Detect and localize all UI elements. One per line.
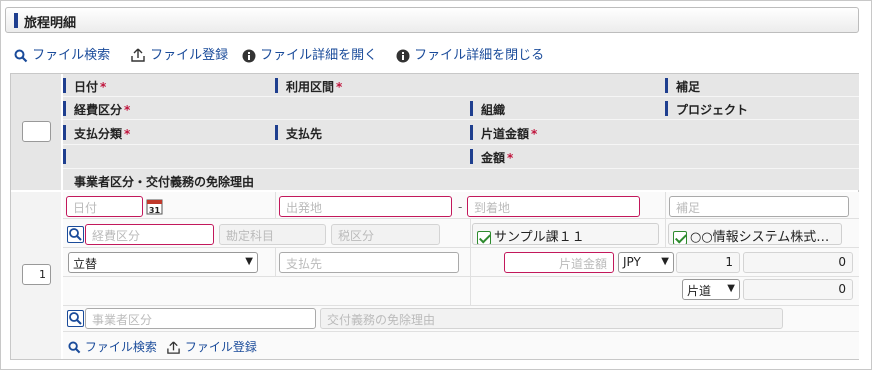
file-search-button[interactable]: ファイル検索 xyxy=(14,44,110,63)
file-register-label: ファイル登録 xyxy=(150,48,229,63)
route-separator: - xyxy=(458,200,463,214)
account-input: 勘定科目 xyxy=(219,224,326,245)
header-payment-type: 支払分類 * xyxy=(74,127,131,141)
expense-type-search-button[interactable] xyxy=(67,226,84,243)
header-org: 組織 xyxy=(481,103,506,117)
header-amount: 金額 * xyxy=(481,151,514,165)
search-icon xyxy=(69,228,82,241)
section-title: 旅程明細 xyxy=(24,16,77,31)
file-search-label: ファイル検索 xyxy=(32,48,111,63)
payment-type-value: 立替 xyxy=(73,257,98,271)
date-input[interactable]: 日付 xyxy=(66,196,143,217)
calendar-day: 31 xyxy=(149,206,161,215)
upload-icon xyxy=(167,340,180,354)
section-accent-bar xyxy=(14,13,18,28)
calendar-icon[interactable]: 31 xyxy=(146,198,163,215)
payee-input[interactable]: 支払先 xyxy=(279,252,459,273)
tax-type-input: 税区分 xyxy=(331,224,440,245)
currency-select[interactable]: JPY ▼ xyxy=(618,252,674,273)
payment-type-select[interactable]: 立替 ▼ xyxy=(68,252,258,273)
one-way-total-field: 0 xyxy=(743,252,853,273)
header-note: 補足 xyxy=(676,80,701,94)
trip-type-value: 片道 xyxy=(687,284,712,298)
project-checkbox[interactable]: ○○情報システム株式… xyxy=(668,223,842,245)
row-file-register-button[interactable]: ファイル登録 xyxy=(166,338,257,355)
row-file-register-label: ファイル登録 xyxy=(184,340,257,354)
header-one-way-amount: 片道金額 * xyxy=(481,127,538,141)
select-all-checkbox[interactable] xyxy=(22,121,51,142)
upload-icon xyxy=(131,48,145,62)
search-icon xyxy=(14,49,28,62)
trip-type-select[interactable]: 片道 ▼ xyxy=(682,279,740,300)
row-file-search-label: ファイル検索 xyxy=(84,340,157,354)
exchange-rate-field: 1 xyxy=(676,252,740,273)
business-type-search-button[interactable] xyxy=(67,310,84,327)
search-icon xyxy=(69,312,82,325)
search-icon xyxy=(68,341,81,354)
exemption-reason-input: 交付義務の免除理由 xyxy=(320,308,783,329)
org-value: サンプル課１１ xyxy=(494,230,585,245)
checkmark-icon xyxy=(477,230,491,244)
open-file-details-label: ファイル詳細を開く xyxy=(260,48,378,63)
amount-total-field: 0 xyxy=(743,279,853,300)
chevron-down-icon: ▼ xyxy=(245,256,253,267)
org-checkbox[interactable]: サンプル課１１ xyxy=(472,223,659,245)
info-icon xyxy=(242,49,256,62)
expense-type-input[interactable]: 経費区分 xyxy=(85,224,214,245)
business-type-input[interactable]: 事業者区分 xyxy=(85,308,316,329)
currency-value: JPY xyxy=(623,255,641,269)
file-register-button[interactable]: ファイル登録 xyxy=(130,44,228,63)
header-payee: 支払先 xyxy=(286,127,323,141)
header-date: 日付 * xyxy=(74,80,107,94)
section-header: 旅程明細 xyxy=(5,7,859,33)
header-route: 利用区間 * xyxy=(286,80,343,94)
header-project: プロジェクト xyxy=(676,103,749,117)
note-input[interactable]: 補足 xyxy=(669,196,849,217)
one-way-amount-input[interactable]: 片道金額 xyxy=(504,252,614,273)
close-file-details-button[interactable]: ファイル詳細を閉じる xyxy=(396,44,544,63)
row-file-search-button[interactable]: ファイル検索 xyxy=(68,338,157,355)
arrival-input[interactable]: 到着地 xyxy=(467,196,640,217)
checkmark-icon xyxy=(673,230,687,244)
header-exemption: 事業者区分・交付義務の免除理由 xyxy=(74,175,255,189)
header-expense-type: 経費区分 * xyxy=(74,103,131,117)
chevron-down-icon: ▼ xyxy=(661,256,669,267)
open-file-details-button[interactable]: ファイル詳細を開く xyxy=(242,44,377,63)
departure-input[interactable]: 出発地 xyxy=(279,196,452,217)
row-number-checkbox[interactable]: 1 xyxy=(22,264,51,285)
close-file-details-label: ファイル詳細を閉じる xyxy=(414,48,545,63)
info-icon xyxy=(396,49,410,62)
chevron-down-icon: ▼ xyxy=(727,283,735,294)
project-value: ○○情報システム株式… xyxy=(690,230,830,245)
